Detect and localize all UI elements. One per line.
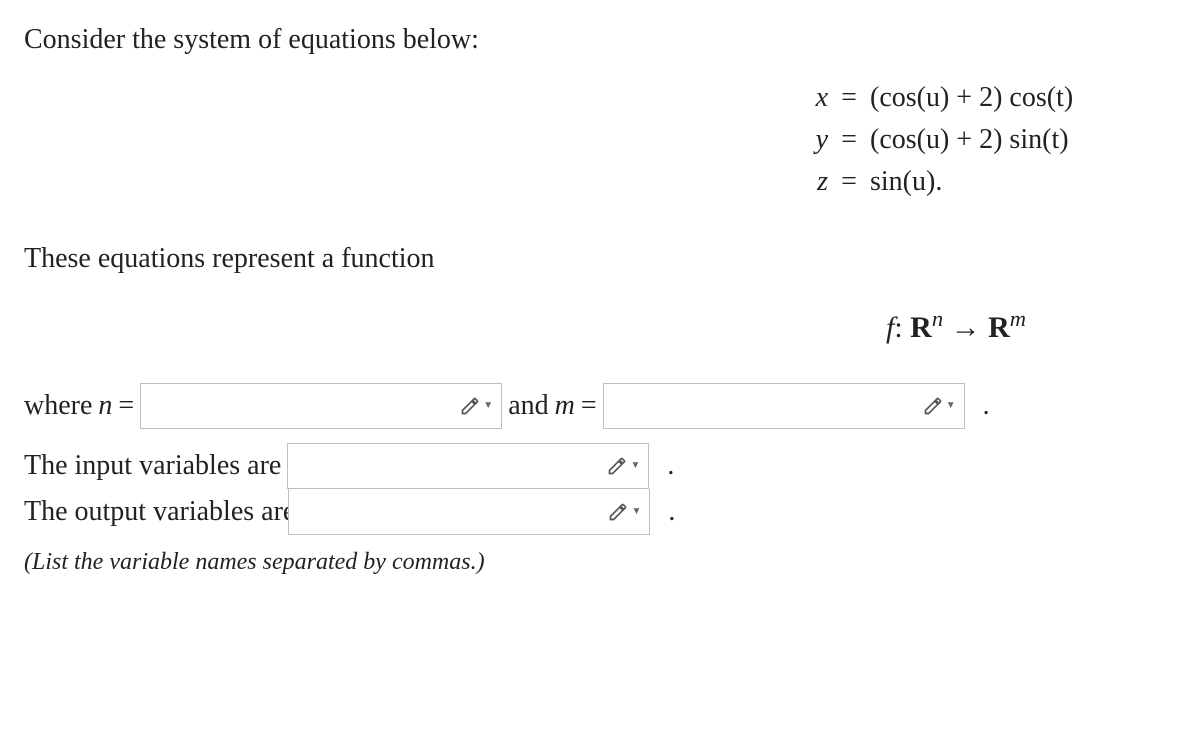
eq-rhs-x: (cos(u) + 2) cos(t) [870, 77, 1120, 119]
pencil-icon[interactable]: ▼ [607, 456, 640, 476]
output-vars-row: The output variables are ▼ . [24, 489, 1176, 535]
output-vars-input[interactable]: ▼ [288, 489, 650, 535]
eq-var-y: y [808, 119, 828, 161]
equation-x: x = (cos(u) + 2) cos(t) [24, 77, 1120, 119]
intro-text: Consider the system of equations below: [24, 20, 1176, 59]
input-vars-input[interactable]: ▼ [287, 443, 649, 489]
output-vars-label: The output variables are [24, 490, 295, 535]
where-label: where [24, 384, 92, 429]
input-vars-row: The input variables are ▼ . [24, 443, 1176, 489]
n-var: n [98, 384, 112, 429]
chevron-down-icon: ▼ [483, 398, 493, 414]
eq-equals: = [840, 77, 858, 119]
period: . [668, 490, 675, 535]
equation-system: x = (cos(u) + 2) cos(t) y = (cos(u) + 2)… [24, 77, 1176, 203]
eq-equals: = [840, 119, 858, 161]
eq-var-z: z [808, 161, 828, 203]
equation-z: z = sin(u). [24, 161, 1120, 203]
and-label: and [508, 384, 548, 429]
period: . [667, 444, 674, 489]
input-vars-label: The input variables are [24, 444, 281, 489]
pencil-icon[interactable]: ▼ [608, 502, 641, 522]
chevron-down-icon: ▼ [631, 504, 641, 520]
function-notation: f: Rn → Rm [24, 306, 1176, 345]
eq-rhs-y: (cos(u) + 2) sin(t) [870, 119, 1120, 161]
eq-sign-2: = [581, 384, 597, 429]
pencil-icon[interactable]: ▼ [460, 396, 493, 416]
eq-sign: = [118, 384, 134, 429]
eq-equals: = [840, 161, 858, 203]
hint-text: (List the variable names separated by co… [24, 549, 1176, 576]
m-input[interactable]: ▼ [603, 383, 965, 429]
eq-rhs-z: sin(u). [870, 161, 1120, 203]
nm-row: where n = ▼ and m = ▼ . [24, 383, 1176, 429]
chevron-down-icon: ▼ [946, 398, 956, 414]
equation-y: y = (cos(u) + 2) sin(t) [24, 119, 1120, 161]
eq-var-x: x [808, 77, 828, 119]
function-sentence: These equations represent a function [24, 239, 1176, 278]
pencil-icon[interactable]: ▼ [923, 396, 956, 416]
m-var: m [555, 384, 575, 429]
period: . [983, 384, 990, 429]
n-input[interactable]: ▼ [140, 383, 502, 429]
chevron-down-icon: ▼ [630, 458, 640, 474]
